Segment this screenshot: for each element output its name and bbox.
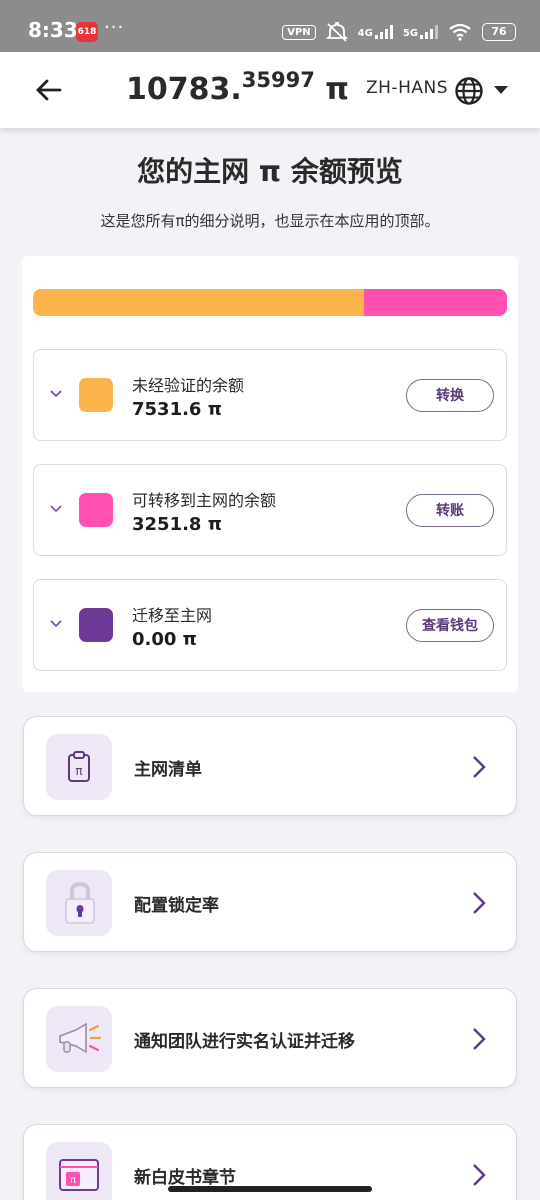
balance-fraction: 35997 <box>241 68 315 92</box>
signal-4g-icon: 4G <box>358 25 393 39</box>
chevron-right-icon <box>473 892 486 914</box>
page-title: 您的主网 π 余额预览 <box>137 155 403 188</box>
language-selector[interactable]: ZH-HANS <box>366 78 448 98</box>
padlock-icon <box>46 870 112 936</box>
feature-label: 配置锁定率 <box>134 896 219 916</box>
balance-bar <box>33 289 507 316</box>
feature-label: 主网清单 <box>134 760 202 780</box>
app-notification-icon: 618 <box>76 22 98 42</box>
mainnet-checklist-card[interactable]: π 主网清单 <box>23 716 517 816</box>
megaphone-icon <box>46 1006 112 1072</box>
chevron-right-icon <box>473 1028 486 1050</box>
signal-5g-icon: 5G <box>403 25 438 39</box>
balance-whole: 10783. <box>126 72 242 107</box>
chevron-right-icon <box>473 1164 486 1186</box>
clipboard-pi-icon: π <box>46 734 112 800</box>
chevron-right-icon <box>473 756 486 778</box>
more-notifications-icon: ··· <box>104 17 125 38</box>
feature-label: 通知团队进行实名认证并迁移 <box>134 1032 355 1052</box>
balance-unit: π <box>325 72 350 107</box>
page-subtitle: 这是您所有π的细分说明，也显示在本应用的顶部。 <box>100 212 440 230</box>
globe-icon[interactable] <box>454 76 484 106</box>
balance-value: 3251.8 π <box>132 514 222 535</box>
chevron-down-icon[interactable] <box>50 505 62 513</box>
vpn-icon: VPN <box>282 24 316 40</box>
balance-row-unverified[interactable]: 未经验证的余额 7531.6 π 转换 <box>33 349 507 441</box>
balance-bar-segment-unverified <box>33 289 364 316</box>
color-swatch <box>79 493 113 527</box>
balance-label: 迁移至主网 <box>132 606 213 625</box>
balance-row-migrated[interactable]: 迁移至主网 0.00 π 查看钱包 <box>33 579 507 671</box>
balance-label: 可转移到主网的余额 <box>132 491 277 510</box>
mute-icon <box>325 22 348 42</box>
wifi-icon <box>449 23 471 41</box>
color-swatch <box>79 378 113 412</box>
chevron-down-icon[interactable] <box>50 620 62 628</box>
back-arrow-icon[interactable] <box>28 72 68 112</box>
balance-bar-segment-transferable <box>363 289 507 316</box>
app-header: 10783.35997 π ZH-HANS <box>0 52 540 128</box>
feature-label: 新白皮书章节 <box>134 1168 236 1188</box>
view-wallet-button[interactable]: 查看钱包 <box>406 609 494 642</box>
chevron-down-icon[interactable] <box>494 86 508 94</box>
balance-row-transferable[interactable]: 可转移到主网的余额 3251.8 π 转账 <box>33 464 507 556</box>
home-indicator[interactable] <box>168 1186 372 1192</box>
kyc-notify-card[interactable]: 通知团队进行实名认证并迁移 <box>23 988 517 1088</box>
transfer-button[interactable]: 转账 <box>406 494 494 527</box>
lockup-rate-card[interactable]: 配置锁定率 <box>23 852 517 952</box>
whitepaper-icon: π <box>46 1142 112 1200</box>
header-balance: 10783.35997 π <box>126 68 350 107</box>
balance-label: 未经验证的余额 <box>132 376 245 395</box>
convert-button[interactable]: 转换 <box>406 379 494 412</box>
balance-breakdown-card: 未经验证的余额 7531.6 π 转换 可转移到主网的余额 3251.8 π 转… <box>22 256 518 692</box>
svg-text:π: π <box>70 1175 76 1186</box>
status-bar: 8:33 618 ··· VPN 4G 5G 76 <box>0 0 540 52</box>
svg-text:π: π <box>75 764 82 778</box>
status-time: 8:33 <box>28 18 78 42</box>
color-swatch <box>79 608 113 642</box>
balance-value: 7531.6 π <box>132 399 222 420</box>
balance-value: 0.00 π <box>132 629 197 650</box>
battery-icon: 76 <box>482 23 516 41</box>
chevron-down-icon[interactable] <box>50 390 62 398</box>
